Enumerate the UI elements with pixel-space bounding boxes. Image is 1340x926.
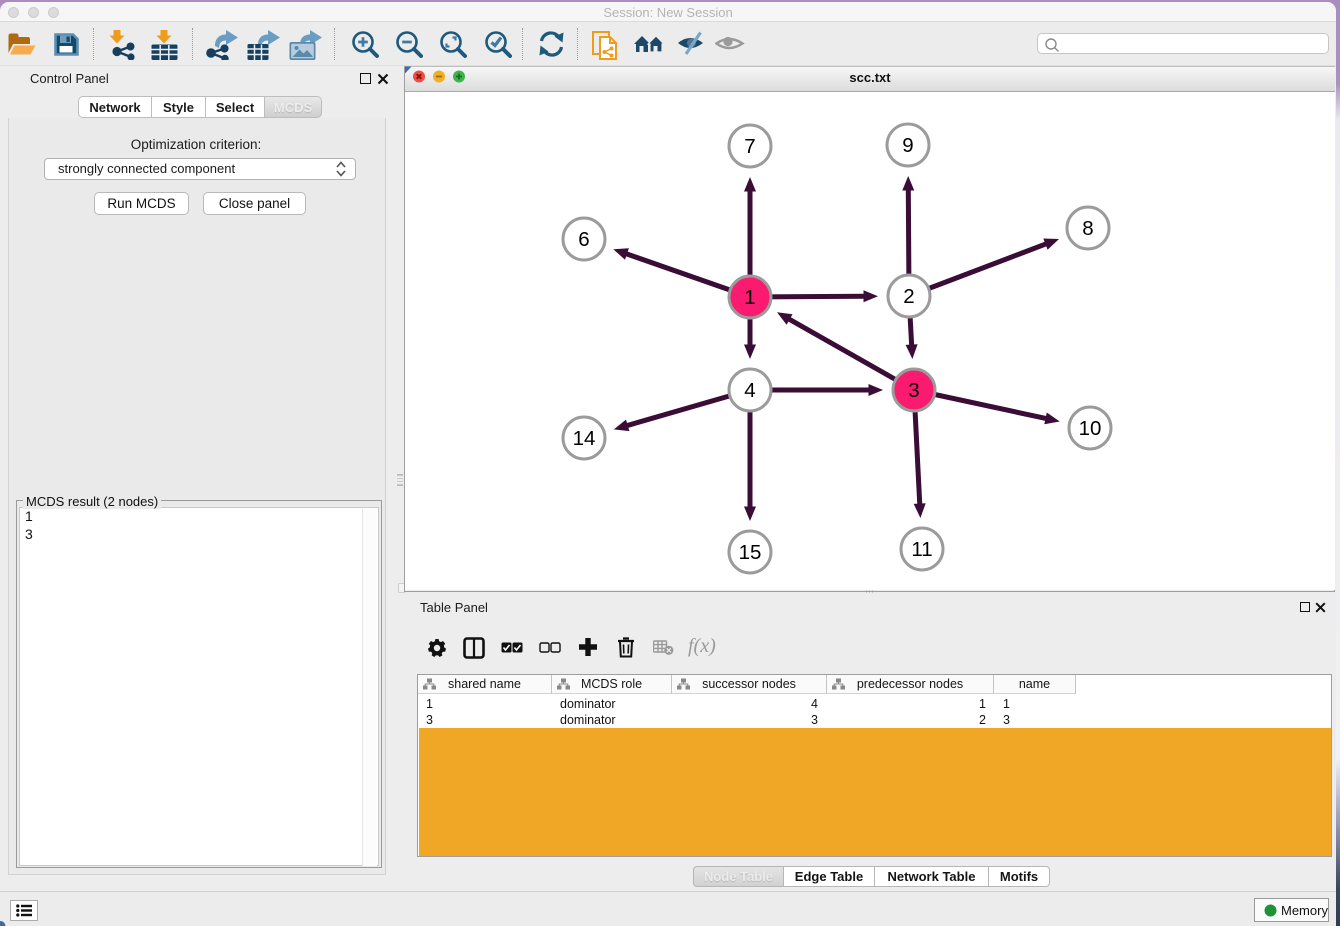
- svg-text:15: 15: [739, 541, 762, 564]
- svg-text:4: 4: [744, 379, 755, 402]
- svg-text:9: 9: [902, 134, 913, 157]
- svg-text:1: 1: [744, 286, 755, 309]
- svg-text:11: 11: [911, 538, 932, 561]
- svg-text:7: 7: [744, 135, 755, 158]
- svg-text:10: 10: [1079, 417, 1102, 440]
- svg-text:3: 3: [908, 379, 919, 402]
- svg-text:6: 6: [578, 228, 589, 251]
- svg-text:8: 8: [1082, 217, 1093, 240]
- svg-text:14: 14: [573, 427, 596, 450]
- svg-text:2: 2: [903, 285, 914, 308]
